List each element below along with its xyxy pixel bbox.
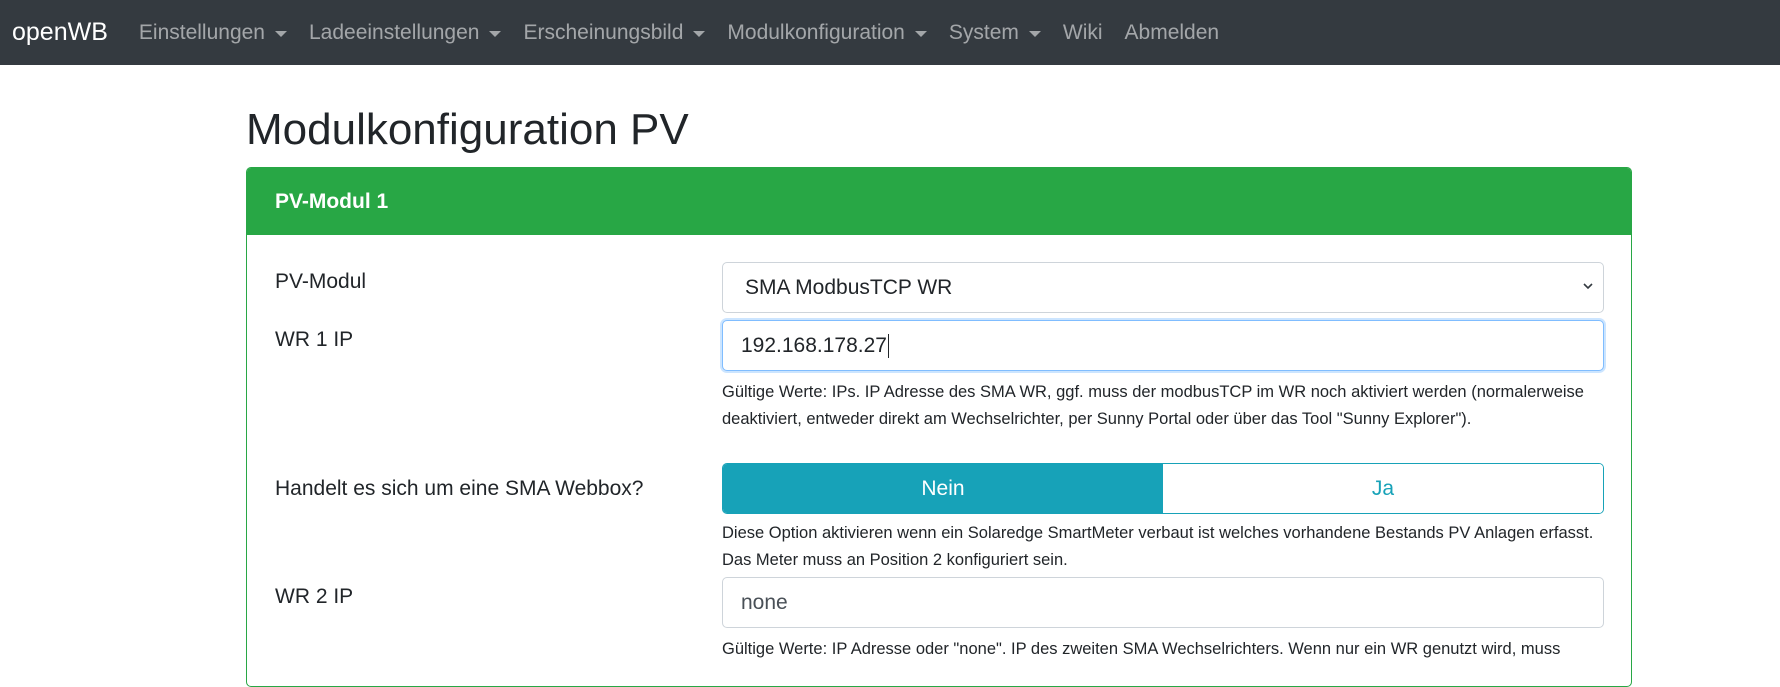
nav-label: System — [948, 20, 1019, 44]
webbox-help: Diese Option aktivieren wenn ein Solared… — [722, 524, 1594, 569]
chevron-down-icon — [1583, 282, 1593, 289]
webbox-label: Handelt es sich um eine SMA Webbox? — [275, 477, 644, 500]
nav-label: Ladeeinstellungen — [308, 20, 480, 44]
pv-module-select[interactable]: SMA ModbusTCP WR — [722, 262, 1604, 313]
nav-label: Wiki — [1062, 20, 1103, 44]
page-title: Modulkonfiguration PV — [246, 105, 689, 154]
nav-system[interactable]: System — [938, 21, 1052, 45]
wr2-ip-value: none — [741, 590, 788, 614]
card-header: PV-Modul 1 — [247, 168, 1631, 235]
nav-ladeeinstellungen[interactable]: Ladeeinstellungen — [298, 21, 512, 45]
text-cursor — [887, 333, 890, 358]
wr2-ip-input[interactable]: none — [722, 577, 1604, 628]
nav-abmelden[interactable]: Abmelden — [1114, 21, 1231, 45]
pv-module-selected: SMA ModbusTCP WR — [745, 275, 953, 299]
nav-erscheinungsbild[interactable]: Erscheinungsbild — [512, 21, 716, 45]
wr2-ip-label: WR 2 IP — [275, 585, 354, 608]
wr1-ip-value: 192.168.178.27 — [741, 333, 887, 357]
nav-wiki[interactable]: Wiki — [1052, 21, 1114, 45]
wr1-ip-input[interactable]: 192.168.178.27 — [722, 320, 1604, 371]
nav-label: Erscheinungsbild — [523, 20, 684, 44]
caret-down-icon — [1028, 30, 1041, 37]
wr1-ip-label: WR 1 IP — [275, 328, 354, 351]
webbox-yes-button[interactable]: Ja — [1163, 464, 1603, 513]
nav-label: Modulkonfiguration — [727, 20, 905, 44]
pv-module-label: PV-Modul — [275, 270, 367, 293]
caret-down-icon — [693, 30, 706, 37]
navbar: openWB Einstellungen Ladeeinstellungen E… — [0, 0, 1780, 65]
nav-label: Abmelden — [1124, 20, 1220, 44]
nav-einstellungen[interactable]: Einstellungen — [128, 21, 298, 45]
caret-down-icon — [274, 30, 287, 37]
brand-logo[interactable]: openWB — [12, 18, 108, 47]
webbox-no-button[interactable]: Nein — [723, 464, 1163, 513]
caret-down-icon — [914, 30, 927, 37]
webbox-toggle: Nein Ja — [722, 463, 1604, 514]
nav-modulkonfiguration[interactable]: Modulkonfiguration — [716, 21, 937, 45]
caret-down-icon — [489, 30, 502, 37]
nav-label: Einstellungen — [138, 20, 265, 44]
wr2-ip-help: Gültige Werte: IP Adresse oder "none". I… — [722, 640, 1561, 658]
pv-module-card: PV-Modul 1 PV-Modul SMA ModbusTCP WR WR … — [246, 167, 1632, 687]
wr1-ip-help: Gültige Werte: IPs. IP Adresse des SMA W… — [722, 383, 1584, 428]
